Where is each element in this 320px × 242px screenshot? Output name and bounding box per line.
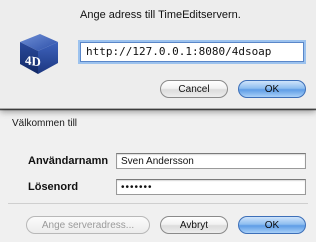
- password-field[interactable]: •••••••: [116, 179, 306, 195]
- ok-button[interactable]: OK: [238, 80, 306, 98]
- svg-text:4D: 4D: [25, 52, 41, 69]
- screen: Välkommen till Användarnamn Sven Anderss…: [0, 0, 316, 242]
- 4d-logo-icon: 4D: [16, 30, 62, 76]
- login-separator: [8, 203, 308, 204]
- set-server-address-button[interactable]: Ange serveradress...: [26, 216, 150, 234]
- username-label: Användarnamn: [28, 155, 109, 167]
- server-address-dialog: 4D Ange adress till TimeEditservern. htt…: [0, 0, 316, 109]
- cancel-login-button[interactable]: Avbryt: [160, 216, 228, 234]
- password-label: Lösenord: [28, 181, 79, 193]
- username-field[interactable]: Sven Andersson: [116, 153, 306, 169]
- ok-login-button[interactable]: OK: [238, 216, 306, 234]
- welcome-label: Välkommen till: [12, 118, 78, 129]
- server-prompt: Ange adress till TimeEditservern.: [80, 9, 241, 21]
- cancel-button[interactable]: Cancel: [160, 80, 228, 98]
- server-address-input[interactable]: http://127.0.0.1:8080/4dsoap: [80, 42, 304, 62]
